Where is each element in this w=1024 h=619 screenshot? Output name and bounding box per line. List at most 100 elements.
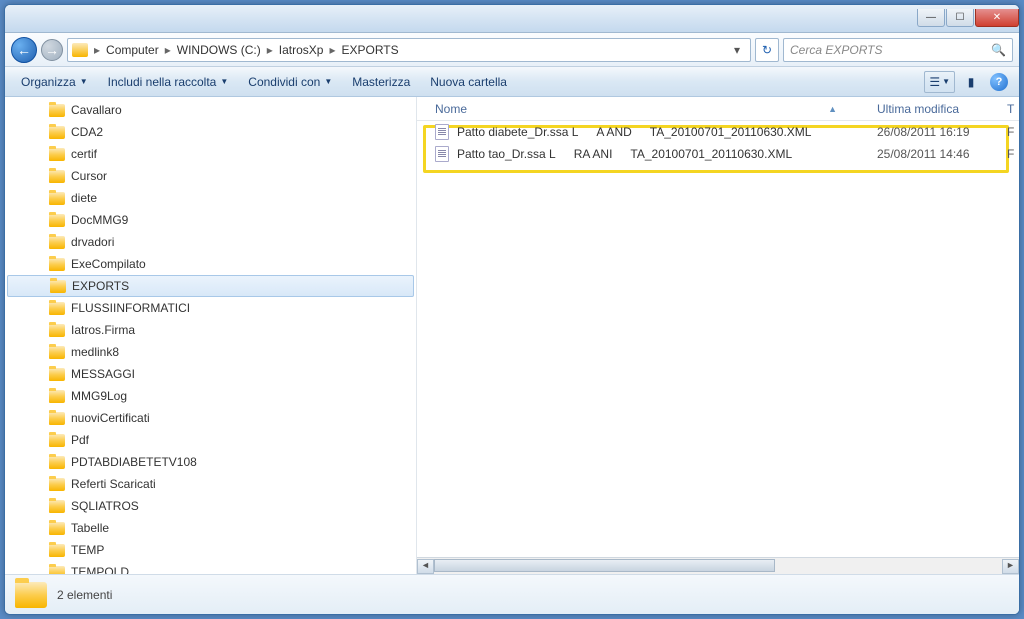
folder-icon [49, 258, 65, 271]
tree-item[interactable]: Referti Scaricati [5, 473, 416, 495]
tree-item[interactable]: MESSAGGI [5, 363, 416, 385]
chevron-right-icon: ▸ [92, 43, 102, 57]
breadcrumb-computer[interactable]: Computer [102, 43, 163, 57]
file-date: 26/08/2011 16:19 [877, 125, 1007, 139]
back-button[interactable]: ← [11, 37, 37, 63]
search-box[interactable]: Cerca EXPORTS 🔍 [783, 38, 1013, 62]
file-date: 25/08/2011 14:46 [877, 147, 1007, 161]
file-row[interactable]: Patto tao_Dr.ssa LRA ANITA_20100701_2011… [417, 143, 1019, 165]
tree-item[interactable]: TEMPOLD [5, 561, 416, 574]
file-row[interactable]: Patto diabete_Dr.ssa LA ANDTA_20100701_2… [417, 121, 1019, 143]
new-folder-button[interactable]: Nuova cartella [422, 71, 515, 93]
tree-item[interactable]: Iatros.Firma [5, 319, 416, 341]
tree-item-label: drvadori [71, 235, 114, 249]
window-controls: — ☐ ✕ [916, 9, 1019, 29]
maximize-button[interactable]: ☐ [946, 9, 974, 27]
include-button[interactable]: Includi nella raccolta▼ [100, 71, 237, 93]
column-type[interactable]: T [1007, 102, 1019, 116]
tree-item-label: ExeCompilato [71, 257, 146, 271]
file-icon [435, 124, 449, 140]
tree-item-label: SQLIATROS [71, 499, 139, 513]
minimize-button[interactable]: — [917, 9, 945, 27]
share-button[interactable]: Condividi con▼ [240, 71, 340, 93]
tree-item[interactable]: SQLIATROS [5, 495, 416, 517]
folder-icon [49, 148, 65, 161]
tree-item[interactable]: PDTABDIABETETV108 [5, 451, 416, 473]
tree-item[interactable]: medlink8 [5, 341, 416, 363]
tree-item[interactable]: diete [5, 187, 416, 209]
tree-item[interactable]: Pdf [5, 429, 416, 451]
column-headers[interactable]: Nome ▲ Ultima modifica T [417, 97, 1019, 121]
folder-icon [49, 324, 65, 337]
tree-item-label: Iatros.Firma [71, 323, 135, 337]
tree-item-label: Cavallaro [71, 103, 122, 117]
scroll-track[interactable] [434, 559, 1002, 574]
help-icon: ? [990, 73, 1008, 91]
tree-item[interactable]: nuoviCertificati [5, 407, 416, 429]
folder-icon [49, 412, 65, 425]
address-dropdown[interactable]: ▾ [728, 43, 746, 57]
folder-tree[interactable]: Cavallaro CDA2 certif Cursor dieteDocMMG9 drv… [5, 97, 417, 574]
tree-item[interactable]: certif [5, 143, 416, 165]
tree-item[interactable]: drvadori [5, 231, 416, 253]
organize-button[interactable]: Organizza▼ [13, 71, 96, 93]
tree-item[interactable]: EXPORTS [7, 275, 414, 297]
chevron-down-icon: ▼ [80, 77, 88, 86]
chevron-right-icon: ▸ [163, 43, 173, 57]
folder-icon [49, 302, 65, 315]
tree-item[interactable]: ExeCompilato [5, 253, 416, 275]
address-bar[interactable]: ▸ Computer ▸ WINDOWS (C:) ▸ IatrosXp ▸ E… [67, 38, 751, 62]
tree-item[interactable]: FLUSSIINFORMATICI [5, 297, 416, 319]
tree-item-label: medlink8 [71, 345, 119, 359]
tree-item[interactable]: DocMMG9 [5, 209, 416, 231]
tree-item-label: MMG9Log [71, 389, 127, 403]
folder-icon [49, 500, 65, 513]
folder-icon [49, 434, 65, 447]
tree-item[interactable]: Tabelle [5, 517, 416, 539]
breadcrumb-folder[interactable]: IatrosXp [275, 43, 328, 57]
column-date[interactable]: Ultima modifica [877, 102, 1007, 116]
tree-item[interactable]: TEMP [5, 539, 416, 561]
toolbar: Organizza▼ Includi nella raccolta▼ Condi… [5, 67, 1019, 97]
scroll-thumb[interactable] [434, 559, 775, 572]
tree-item-label: certif [71, 147, 97, 161]
help-button[interactable]: ? [987, 71, 1011, 93]
tree-item[interactable]: CDA2 [5, 121, 416, 143]
folder-icon [49, 346, 65, 359]
view-button[interactable]: ☰▼ [924, 71, 955, 93]
forward-button[interactable]: → [41, 39, 63, 61]
file-list[interactable]: Patto diabete_Dr.ssa LA ANDTA_20100701_2… [417, 121, 1019, 557]
tree-item[interactable]: Cursor [5, 165, 416, 187]
tree-item-label: Referti Scaricati [71, 477, 156, 491]
breadcrumb-drive[interactable]: WINDOWS (C:) [173, 43, 265, 57]
chevron-down-icon: ▼ [324, 77, 332, 86]
horizontal-scrollbar[interactable]: ◄ ► [417, 557, 1019, 574]
tree-item[interactable]: Cavallaro [5, 99, 416, 121]
folder-icon [49, 456, 65, 469]
tree-item-label: Cursor [71, 169, 107, 183]
preview-pane-button[interactable]: ▮ [959, 71, 983, 93]
burn-button[interactable]: Masterizza [344, 71, 418, 93]
status-text: 2 elementi [57, 588, 112, 602]
tree-item-label: CDA2 [71, 125, 103, 139]
folder-icon [49, 104, 65, 117]
tree-item[interactable]: MMG9Log [5, 385, 416, 407]
explorer-window: — ☐ ✕ ← → ▸ Computer ▸ WINDOWS (C:) ▸ Ia… [4, 4, 1020, 615]
tree-item-label: nuoviCertificati [71, 411, 150, 425]
folder-icon [49, 522, 65, 535]
tree-item-label: Tabelle [71, 521, 109, 535]
refresh-button[interactable]: ↻ [755, 38, 779, 62]
breadcrumb-current[interactable]: EXPORTS [338, 43, 403, 57]
scroll-right-button[interactable]: ► [1002, 559, 1019, 574]
titlebar[interactable]: — ☐ ✕ [5, 5, 1019, 33]
status-bar: 2 elementi [5, 574, 1019, 614]
folder-icon [49, 368, 65, 381]
folder-icon [49, 214, 65, 227]
scroll-left-button[interactable]: ◄ [417, 559, 434, 574]
folder-icon [49, 566, 65, 575]
folder-icon [15, 582, 47, 608]
column-name[interactable]: Nome ▲ [435, 102, 877, 116]
folder-icon [49, 236, 65, 249]
folder-icon [49, 126, 65, 139]
close-button[interactable]: ✕ [975, 9, 1019, 27]
